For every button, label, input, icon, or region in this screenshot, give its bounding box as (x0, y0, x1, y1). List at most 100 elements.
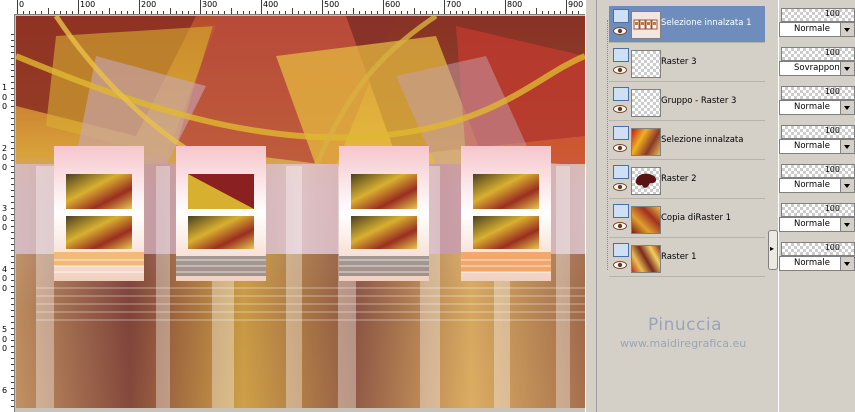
ruler-minor-tick (267, 11, 269, 14)
visibility-eye-icon[interactable] (613, 66, 627, 74)
visibility-eye-icon[interactable] (613, 27, 627, 35)
opacity-slider[interactable] (781, 203, 855, 217)
ruler-minor-tick (492, 11, 494, 14)
ruler-minor-tick (47, 8, 49, 14)
ruler-minor-tick (11, 370, 14, 371)
frame-3 (339, 146, 429, 281)
dropdown-arrow-icon[interactable] (840, 257, 854, 270)
blend-mode-value: Normale (794, 180, 830, 190)
vertical-scrollbar[interactable] (585, 0, 596, 412)
ruler-minor-tick (297, 11, 299, 14)
ruler-number: 300 (202, 0, 218, 9)
ruler-minor-tick (425, 11, 427, 14)
ruler-minor-tick (419, 11, 421, 14)
layer-row[interactable]: Raster 3 (609, 45, 765, 82)
layer-properties: 100 Normale (779, 112, 855, 154)
ruler-minor-tick (11, 166, 14, 167)
layer-name: Copia diRaster 1 (661, 213, 732, 223)
opacity-slider[interactable] (781, 86, 855, 100)
ruler-tick (17, 0, 18, 14)
ruler-minor-tick (535, 8, 537, 14)
ruler-minor-tick (511, 11, 513, 14)
ruler-minor-tick (11, 304, 14, 305)
ruler-minor-tick (71, 11, 73, 14)
visibility-eye-icon[interactable] (613, 222, 627, 230)
ruler-minor-tick (11, 238, 14, 239)
ruler-number: 2 (2, 143, 8, 153)
layer-type-icon (613, 243, 629, 257)
ruler-minor-tick (11, 178, 14, 179)
visibility-eye-icon[interactable] (613, 105, 627, 113)
opacity-value: 100 (824, 9, 840, 18)
ruler-minor-tick (169, 8, 171, 14)
ruler-minor-tick (462, 11, 464, 14)
opacity-slider[interactable] (781, 164, 855, 178)
ruler-minor-tick (11, 130, 14, 131)
opacity-slider[interactable] (781, 125, 855, 139)
ruler-minor-tick (218, 11, 220, 14)
layer-row[interactable]: Raster 1 (609, 240, 765, 277)
ruler-number: 0 (2, 283, 8, 293)
ruler-minor-tick (181, 11, 183, 14)
ruler-minor-tick (553, 11, 555, 14)
visibility-eye-icon[interactable] (613, 183, 627, 191)
layer-row[interactable]: Raster 2 (609, 162, 765, 199)
ruler-minor-tick (334, 11, 336, 14)
ruler-minor-tick (114, 11, 116, 14)
ruler-minor-tick (340, 11, 342, 14)
ruler-tick (78, 0, 79, 14)
collapse-palette-button[interactable]: ▸ (768, 230, 778, 270)
ruler-minor-tick (11, 274, 14, 275)
ruler-number: 500 (324, 0, 340, 9)
layer-type-icon (613, 48, 629, 62)
ruler-number: 6 (2, 385, 8, 395)
ruler-minor-tick (11, 52, 14, 53)
layer-thumbnail (631, 167, 661, 195)
layer-thumbnail (631, 206, 661, 234)
ruler-minor-tick (328, 11, 330, 14)
layer-type-icon (613, 204, 629, 218)
layer-properties: 100 Normale (779, 0, 855, 37)
visibility-eye-icon[interactable] (613, 261, 627, 269)
ruler-minor-tick (11, 46, 14, 47)
ruler-minor-tick (578, 11, 580, 14)
ruler-tick (566, 0, 567, 14)
ruler-minor-tick (96, 11, 98, 14)
layer-row[interactable]: Selezione innalzata (609, 123, 765, 160)
ruler-minor-tick (11, 406, 14, 407)
layer-row[interactable]: Gruppo - Raster 3 (609, 84, 765, 121)
ruler-number: 900 (568, 0, 584, 9)
ruler-minor-tick (11, 82, 14, 83)
ruler-minor-tick (11, 64, 14, 65)
ruler-minor-tick (11, 280, 14, 281)
opacity-slider[interactable] (781, 242, 855, 256)
opacity-slider[interactable] (781, 8, 855, 22)
ruler-minor-tick (11, 148, 14, 149)
ruler-minor-tick (11, 376, 14, 377)
layer-row[interactable]: Copia diRaster 1 (609, 201, 765, 238)
ruler-tick (200, 0, 201, 14)
ruler-minor-tick (11, 358, 14, 359)
layer-row[interactable]: Selezione innalzata 1 (609, 6, 765, 43)
layer-properties-column: 100 Normale 100 Sovrapponi 100 Normale 100 Norm… (778, 0, 855, 412)
ruler-minor-tick (523, 11, 525, 14)
opacity-value: 100 (824, 165, 840, 174)
chevron-right-icon: ▸ (770, 244, 775, 253)
ruler-minor-tick (11, 112, 14, 113)
ruler-minor-tick (291, 8, 293, 14)
blend-mode-select[interactable]: Normale (779, 256, 855, 271)
ruler-minor-tick (212, 11, 214, 14)
ruler-minor-tick (541, 11, 543, 14)
ruler-minor-tick (157, 11, 159, 14)
ruler-minor-tick (254, 11, 256, 14)
ruler-minor-tick (395, 11, 397, 14)
ruler-minor-tick (11, 364, 14, 365)
ruler-minor-tick (242, 11, 244, 14)
visibility-eye-icon[interactable] (613, 144, 627, 152)
opacity-slider[interactable] (781, 47, 855, 61)
layer-properties: 100 Normale (779, 73, 855, 115)
blend-mode-value: Normale (794, 102, 830, 112)
ruler-minor-tick (132, 11, 134, 14)
image-canvas[interactable] (16, 16, 585, 408)
ruler-minor-tick (11, 136, 14, 137)
